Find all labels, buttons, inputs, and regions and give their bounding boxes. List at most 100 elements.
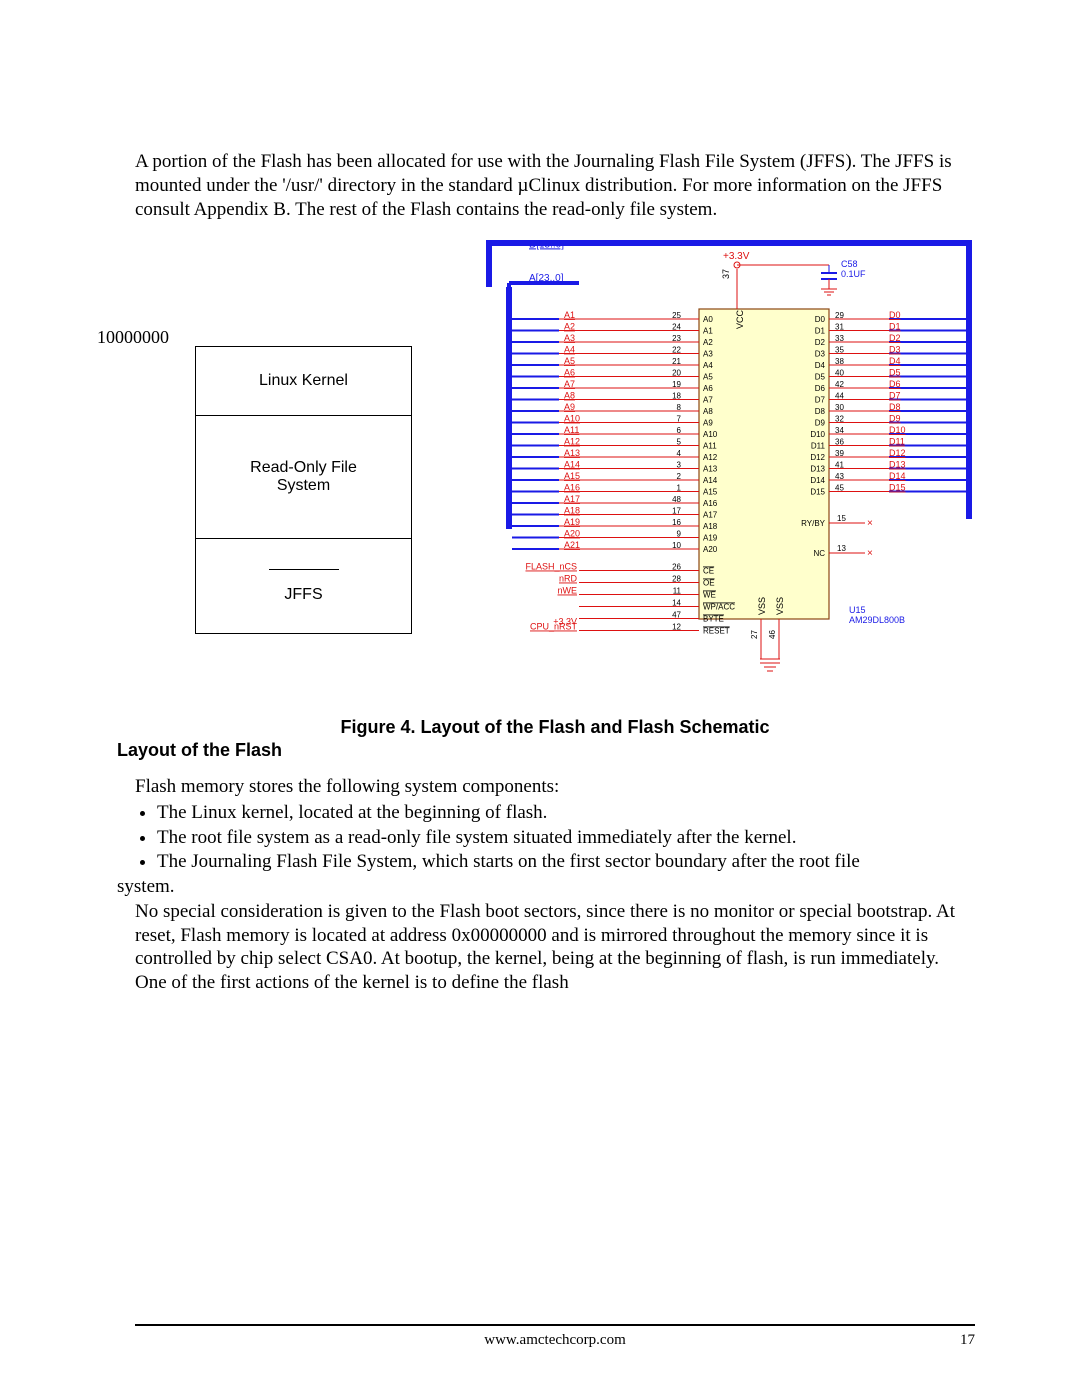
svg-text:D1: D1	[815, 327, 826, 336]
svg-text:25: 25	[672, 311, 681, 320]
svg-text:OE: OE	[703, 579, 715, 588]
svg-text:WP/ACC: WP/ACC	[703, 603, 735, 612]
svg-text:D2: D2	[815, 338, 826, 347]
svg-text:A12: A12	[703, 453, 718, 462]
footer-url: www.amctechcorp.com	[484, 1332, 625, 1349]
svg-text:RY/BY: RY/BY	[801, 519, 826, 528]
svg-text:D7: D7	[889, 391, 901, 401]
svg-text:A9: A9	[703, 419, 713, 428]
svg-text:36: 36	[835, 438, 844, 447]
flash-layout-diagram: 10000000 Linux Kernel Read-Only File Sys…	[135, 327, 445, 634]
svg-text:D10: D10	[889, 425, 906, 435]
svg-text:20: 20	[672, 369, 681, 378]
svg-text:A15: A15	[564, 471, 580, 481]
svg-text:15: 15	[837, 514, 846, 523]
svg-text:3: 3	[677, 461, 682, 470]
svg-text:A17: A17	[703, 511, 718, 520]
layout-cell-jffs: JFFS	[196, 539, 411, 633]
svg-text:1: 1	[677, 484, 682, 493]
svg-text:BYTE: BYTE	[703, 615, 724, 624]
svg-text:4: 4	[677, 449, 682, 458]
svg-text:D4: D4	[815, 361, 826, 370]
svg-text:D14: D14	[810, 476, 825, 485]
svg-text:23: 23	[672, 334, 681, 343]
svg-text:D5: D5	[815, 373, 826, 382]
layout-subheading: Layout of the Flash	[117, 740, 975, 761]
svg-text:A4: A4	[703, 361, 713, 370]
svg-text:48: 48	[672, 495, 681, 504]
svg-text:VCC: VCC	[735, 310, 745, 330]
svg-text:D7: D7	[815, 396, 826, 405]
svg-text:22: 22	[672, 346, 681, 355]
svg-text:A16: A16	[703, 499, 718, 508]
svg-text:D9: D9	[815, 419, 826, 428]
svg-text:D12: D12	[889, 448, 906, 458]
intro-paragraph: A portion of the Flash has been allocate…	[135, 150, 975, 221]
svg-text:40: 40	[835, 369, 844, 378]
page-number: 17	[960, 1332, 975, 1349]
svg-text:26: 26	[672, 563, 681, 572]
svg-text:D14: D14	[889, 471, 906, 481]
svg-text:45: 45	[835, 484, 844, 493]
svg-text:32: 32	[835, 415, 844, 424]
svg-text:C58: C58	[841, 259, 858, 269]
svg-text:A5: A5	[564, 356, 575, 366]
svg-text:A16: A16	[564, 483, 580, 493]
svg-text:16: 16	[672, 518, 681, 527]
svg-text:D[15..0]: D[15..0]	[529, 240, 564, 251]
svg-text:35: 35	[835, 346, 844, 355]
svg-text:D15: D15	[810, 488, 825, 497]
svg-text:31: 31	[835, 323, 844, 332]
svg-text:CE: CE	[703, 567, 714, 576]
svg-text:VSS: VSS	[757, 597, 767, 615]
svg-text:A3: A3	[703, 350, 713, 359]
svg-text:D3: D3	[889, 345, 901, 355]
svg-text:27: 27	[750, 630, 759, 639]
svg-text:D8: D8	[889, 402, 901, 412]
svg-text:D11: D11	[811, 442, 826, 451]
svg-text:D6: D6	[889, 379, 901, 389]
svg-text:38: 38	[835, 357, 844, 366]
svg-text:NC: NC	[813, 549, 825, 558]
svg-text:0.1UF: 0.1UF	[841, 269, 866, 279]
svg-text:17: 17	[672, 507, 681, 516]
svg-text:D0: D0	[815, 315, 826, 324]
svg-text:A6: A6	[703, 384, 713, 393]
svg-text:+3.3V: +3.3V	[553, 617, 577, 627]
svg-text:A[23..0]: A[23..0]	[529, 273, 564, 284]
list-item: The root file system as a read-only file…	[157, 826, 975, 851]
svg-text:7: 7	[677, 415, 682, 424]
svg-text:12: 12	[672, 623, 681, 632]
svg-text:A4: A4	[564, 345, 575, 355]
svg-text:14: 14	[672, 599, 681, 608]
list-item-wrap: system.	[117, 875, 975, 900]
svg-text:41: 41	[835, 461, 844, 470]
svg-text:A2: A2	[564, 322, 575, 332]
svg-text:34: 34	[835, 426, 844, 435]
svg-text:A19: A19	[703, 534, 718, 543]
layout-kernel-label: Linux Kernel	[259, 372, 348, 390]
svg-text:8: 8	[677, 403, 682, 412]
svg-text:6: 6	[677, 426, 682, 435]
svg-text:D9: D9	[889, 414, 901, 424]
svg-text:A17: A17	[564, 494, 580, 504]
svg-text:24: 24	[672, 323, 681, 332]
svg-text:A13: A13	[564, 448, 580, 458]
svg-text:+3.3V: +3.3V	[723, 251, 750, 262]
svg-text:10: 10	[672, 541, 681, 550]
svg-text:33: 33	[835, 334, 844, 343]
svg-text:43: 43	[835, 472, 844, 481]
svg-text:D13: D13	[889, 460, 906, 470]
svg-text:A18: A18	[703, 522, 718, 531]
boot-paragraph: No special consideration is given to the…	[135, 900, 975, 995]
svg-text:2: 2	[677, 472, 682, 481]
svg-text:A20: A20	[564, 529, 580, 539]
svg-text:A9: A9	[564, 402, 575, 412]
svg-text:D5: D5	[889, 368, 901, 378]
svg-text:A15: A15	[703, 488, 718, 497]
svg-text:9: 9	[677, 530, 682, 539]
svg-text:21: 21	[672, 357, 681, 366]
svg-text:D11: D11	[889, 437, 905, 447]
svg-text:D1: D1	[889, 322, 901, 332]
svg-text:42: 42	[835, 380, 844, 389]
